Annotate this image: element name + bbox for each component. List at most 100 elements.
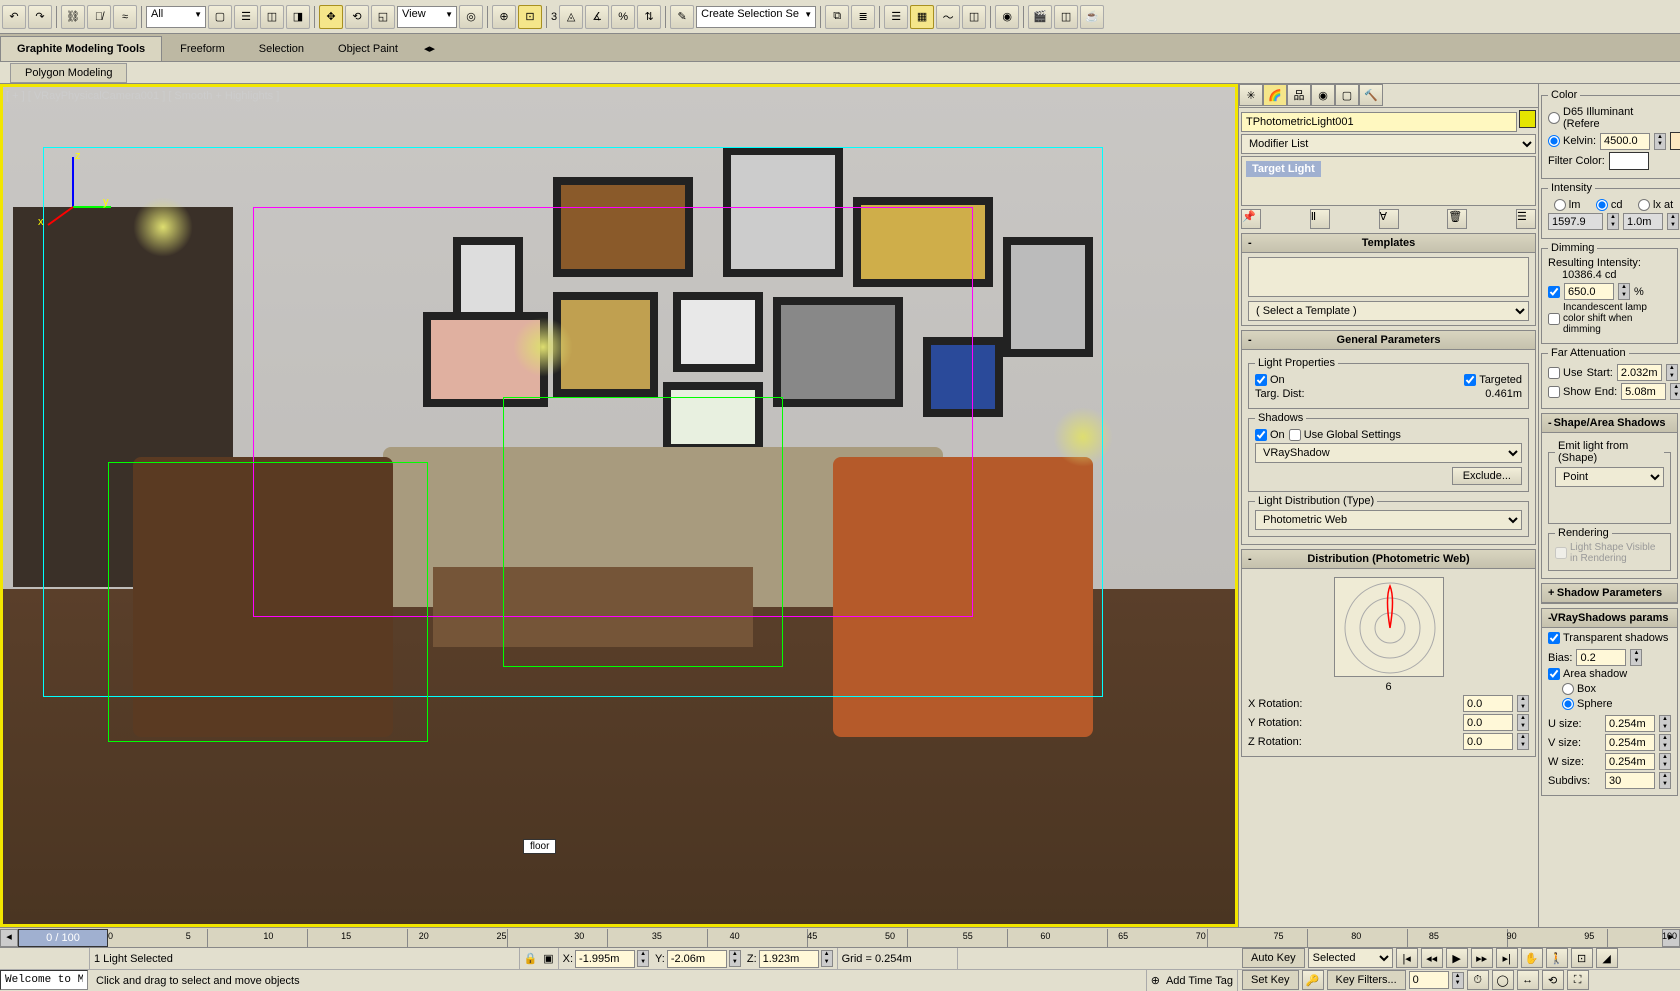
pan-icon[interactable]: ✋ bbox=[1521, 948, 1543, 968]
atten-start-input[interactable] bbox=[1617, 364, 1662, 381]
time-config-icon[interactable]: ⏱ bbox=[1467, 970, 1489, 990]
subdivs-input[interactable] bbox=[1605, 772, 1655, 789]
kelvin-input[interactable] bbox=[1600, 133, 1650, 150]
utilities-tab-icon[interactable]: 🔨 bbox=[1359, 84, 1383, 106]
box-radio[interactable] bbox=[1562, 683, 1574, 695]
select-icon[interactable]: ▢ bbox=[208, 5, 232, 29]
create-tab-icon[interactable]: ✳ bbox=[1239, 84, 1263, 106]
dolly-icon[interactable]: ↔ bbox=[1517, 970, 1539, 990]
manipulate-icon[interactable]: ⊕ bbox=[492, 5, 516, 29]
viewport[interactable]: [ + ] [ VRayPhysicalCamera001 ] [ Smooth… bbox=[0, 84, 1238, 927]
prev-frame-icon[interactable]: ◂◂ bbox=[1421, 948, 1443, 968]
render-frame-icon[interactable]: ◫ bbox=[1054, 5, 1078, 29]
time-slider[interactable]: 0 / 100 bbox=[18, 929, 108, 947]
maxscript-prompt[interactable] bbox=[0, 970, 88, 990]
pin-stack-icon[interactable]: 📌 bbox=[1241, 209, 1261, 229]
orbit-icon[interactable]: ◯ bbox=[1492, 970, 1514, 990]
viewport-label[interactable]: [ + ] [ VRayPhysicalCamera001 ] [ Smooth… bbox=[6, 90, 279, 102]
object-name-field[interactable] bbox=[1241, 112, 1517, 132]
stack-item[interactable]: Target Light bbox=[1246, 161, 1321, 177]
named-selection-dropdown[interactable]: Create Selection Se bbox=[696, 6, 816, 28]
remove-mod-icon[interactable]: 🗑 bbox=[1447, 209, 1467, 229]
walk-icon[interactable]: 🚶 bbox=[1546, 948, 1568, 968]
tab-selection[interactable]: Selection bbox=[243, 37, 320, 61]
roll-icon[interactable]: ⟲ bbox=[1542, 970, 1564, 990]
autokey-button[interactable]: Auto Key bbox=[1242, 948, 1305, 968]
render-setup-icon[interactable]: 🎬 bbox=[1028, 5, 1052, 29]
setkey-button[interactable]: Set Key bbox=[1242, 970, 1299, 990]
transp-shadow-checkbox[interactable] bbox=[1548, 632, 1560, 644]
rotate-icon[interactable]: ⟲ bbox=[345, 5, 369, 29]
web-distribution-preview[interactable] bbox=[1334, 577, 1444, 677]
yrot-input[interactable] bbox=[1463, 714, 1513, 731]
next-frame-icon[interactable]: ▸▸ bbox=[1471, 948, 1493, 968]
atten-use-checkbox[interactable] bbox=[1548, 367, 1560, 379]
atten-show-checkbox[interactable] bbox=[1548, 386, 1560, 398]
pivot-icon[interactable]: ◎ bbox=[459, 5, 483, 29]
template-select[interactable]: ( Select a Template ) bbox=[1248, 301, 1529, 321]
region-rect-icon[interactable]: ◫ bbox=[260, 5, 284, 29]
yrot-spinner[interactable]: ▲▼ bbox=[1517, 714, 1529, 731]
shadows-on-checkbox[interactable] bbox=[1255, 429, 1267, 441]
align-icon[interactable]: ≣ bbox=[851, 5, 875, 29]
keyfilters-button[interactable]: Key Filters... bbox=[1327, 970, 1406, 990]
modifier-stack[interactable]: Target Light bbox=[1241, 156, 1536, 206]
snap-toggle-icon[interactable]: ◬ bbox=[559, 5, 583, 29]
lxat-radio[interactable] bbox=[1638, 199, 1650, 211]
key-icon[interactable]: 🔑 bbox=[1302, 970, 1324, 990]
zrot-spinner[interactable]: ▲▼ bbox=[1517, 733, 1529, 750]
subtab-polygon[interactable]: Polygon Modeling bbox=[10, 63, 127, 83]
move-gizmo[interactable]: zyx bbox=[33, 147, 113, 227]
tab-graphite[interactable]: Graphite Modeling Tools bbox=[0, 36, 162, 61]
xrot-spinner[interactable]: ▲▼ bbox=[1517, 695, 1529, 712]
display-tab-icon[interactable]: ▢ bbox=[1335, 84, 1359, 106]
max-toggle-icon[interactable]: ⛶ bbox=[1567, 970, 1589, 990]
time-scroll-left[interactable]: ◂ bbox=[0, 929, 18, 947]
lm-radio[interactable] bbox=[1554, 199, 1566, 211]
modify-tab-icon[interactable]: 🌈 bbox=[1263, 84, 1287, 106]
curve-editor-icon[interactable]: 〜 bbox=[936, 5, 960, 29]
angle-snap-icon[interactable]: ∡ bbox=[585, 5, 609, 29]
select-name-icon[interactable]: ☰ bbox=[234, 5, 258, 29]
sphere-radio[interactable] bbox=[1562, 698, 1574, 710]
render-icon[interactable]: ☕ bbox=[1080, 5, 1104, 29]
modifier-list-dropdown[interactable]: Modifier List bbox=[1241, 134, 1536, 154]
general-params-rollout[interactable]: -General Parameters bbox=[1242, 331, 1535, 350]
atten-end-input[interactable] bbox=[1621, 383, 1666, 400]
xrot-input[interactable] bbox=[1463, 695, 1513, 712]
cd-radio[interactable] bbox=[1596, 199, 1608, 211]
usize-input[interactable] bbox=[1605, 715, 1655, 732]
selection-filter-dropdown[interactable]: All bbox=[146, 6, 206, 28]
hierarchy-tab-icon[interactable]: 品 bbox=[1287, 84, 1311, 106]
unique-icon[interactable]: ∀ bbox=[1379, 209, 1399, 229]
time-ruler[interactable]: 0510152025303540455055606570758085909510… bbox=[108, 929, 1662, 947]
bias-input[interactable] bbox=[1576, 649, 1626, 666]
fov-icon[interactable]: ◢ bbox=[1596, 948, 1618, 968]
timetag-label[interactable]: Add Time Tag bbox=[1166, 975, 1233, 987]
zrot-input[interactable] bbox=[1463, 733, 1513, 750]
object-color-swatch[interactable] bbox=[1519, 110, 1536, 128]
area-shadow-checkbox[interactable] bbox=[1548, 668, 1560, 680]
tab-freeform[interactable]: Freeform bbox=[164, 37, 241, 61]
link-icon[interactable]: ⛓ bbox=[61, 5, 85, 29]
incand-checkbox[interactable] bbox=[1548, 313, 1560, 325]
vrayshadow-rollout[interactable]: -VRayShadows params bbox=[1542, 609, 1677, 628]
layer-explorer-icon[interactable]: ▦ bbox=[910, 5, 934, 29]
timetag-icon[interactable]: ⊕ bbox=[1151, 974, 1160, 987]
wsize-input[interactable] bbox=[1605, 753, 1655, 770]
bind-icon[interactable]: ≈ bbox=[113, 5, 137, 29]
configure-icon[interactable]: ☰ bbox=[1516, 209, 1536, 229]
templates-rollout[interactable]: -Templates bbox=[1242, 234, 1535, 253]
targeted-checkbox[interactable] bbox=[1464, 374, 1476, 386]
play-icon[interactable]: ▶ bbox=[1446, 948, 1468, 968]
kelvin-swatch[interactable] bbox=[1670, 132, 1680, 150]
distribution-rollout[interactable]: -Distribution (Photometric Web) bbox=[1242, 550, 1535, 569]
unlink-icon[interactable]: ⛓̸ bbox=[87, 5, 111, 29]
undo-icon[interactable]: ↶ bbox=[2, 5, 26, 29]
shadow-params-rollout[interactable]: +Shadow Parameters bbox=[1542, 584, 1677, 603]
keyboard-shortcut-icon[interactable]: ⊡ bbox=[518, 5, 542, 29]
spinner-snap-icon[interactable]: ⇅ bbox=[637, 5, 661, 29]
current-frame-input[interactable] bbox=[1409, 971, 1449, 989]
keymode-select[interactable]: Selected bbox=[1308, 948, 1393, 968]
distribution-select[interactable]: Photometric Web bbox=[1255, 510, 1522, 530]
